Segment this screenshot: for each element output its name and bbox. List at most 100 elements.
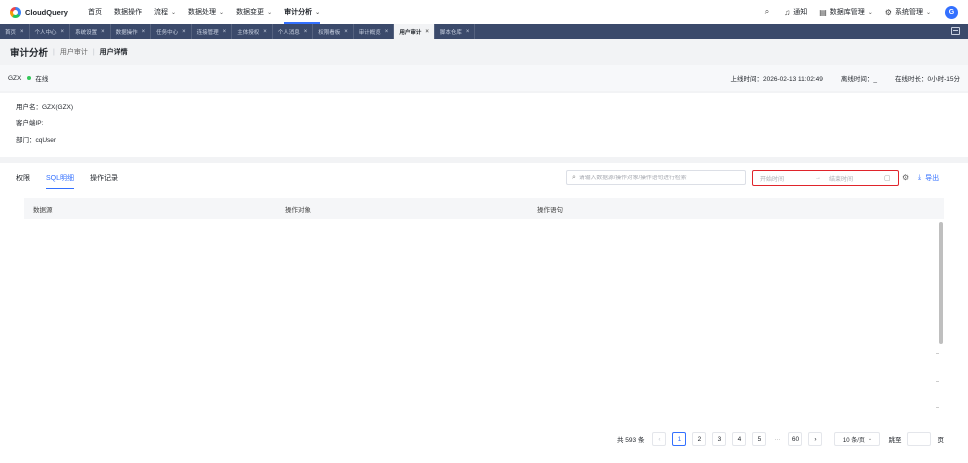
close-icon[interactable]: × [466,29,470,35]
page-number-button[interactable]: 3 [712,432,727,446]
search-box[interactable]: ⌕ [566,170,746,185]
export-button[interactable]: ⤓ 导出 [918,173,939,183]
db-manage-menu[interactable]: ▤ 数据库管理 ⌄ [819,7,873,17]
chevron-down-icon: ⌄ [925,9,931,16]
page-tab-label: 个人消息 [277,29,300,36]
page-tab[interactable]: 首页 × [0,24,30,39]
page-tab[interactable]: 任务中心 × [151,24,192,39]
breadcrumb-parent[interactable]: 用户审计 [60,47,88,57]
page-size-select[interactable]: 10 条/页 ⌄ [834,432,881,446]
prev-page-button[interactable]: ‹ [652,432,667,446]
page-tab-label: 用户审计 [399,29,422,36]
user-avatar[interactable]: G [945,5,958,19]
chevron-down-icon: ⌄ [315,9,321,16]
page-tab-label: 首页 [5,29,17,36]
page-size-value: 10 条/页 [842,437,865,444]
page-number-button[interactable]: 60 [788,432,803,446]
page-tabs-bar: 首页 × 个人中心 × 系统设置 × 数据操作 × 任务中心 × 连接管理 × 主体授权 × 个人消息 × 权限… [0,24,968,39]
page-tab[interactable]: 审计概览 × [354,24,395,39]
page-tab-label: 任务中心 [156,29,179,36]
close-icon[interactable]: × [61,29,65,35]
page-ellipsis[interactable]: ··· [772,432,783,446]
info-dept: 部门：cqUser [16,137,57,144]
close-icon[interactable]: × [142,29,146,35]
nav-item[interactable]: 数据处理 ⌄ [182,0,230,24]
goto-page-input[interactable] [907,432,932,446]
app-logo[interactable]: CloudQuery [10,6,82,18]
end-date-input[interactable]: 结束时间 [829,174,884,183]
calendar-icon: ▢ [884,175,891,182]
chevron-down-icon: ⌄ [171,9,177,16]
page-number-button[interactable]: 2 [692,432,707,446]
page-tab[interactable]: 权限看板 × [313,24,354,39]
next-page-button[interactable]: › [808,432,823,446]
page-number-button[interactable]: 4 [732,432,747,446]
table-header: 数据源 操作对象 操作语句 [24,198,944,219]
top-nav-right: ⌕ ♫ 通知 ▤ 数据库管理 ⌄ ⚙ 系统管理 ⌄ G [753,0,958,24]
offline-time: 离线时间：_ [840,76,877,83]
breadcrumb-separator: | [53,48,55,56]
close-icon[interactable]: × [385,29,389,35]
page-number-button[interactable]: 1 [672,432,687,446]
close-icon[interactable]: × [344,29,348,35]
close-icon[interactable]: × [263,29,267,35]
sys-manage-menu[interactable]: ⚙ 系统管理 ⌄ [885,7,931,17]
cloudquery-logo-icon [10,6,21,18]
tab-overview-icon[interactable] [951,27,960,35]
detail-subtab[interactable]: 操作记录 [90,173,118,189]
online-dot-icon [27,76,32,80]
page-tab[interactable]: 数据操作 × [111,24,152,39]
status-state: 在线 [35,76,49,83]
search-input[interactable] [578,174,739,181]
page-tab-label: 审计概览 [358,29,381,36]
close-icon[interactable]: × [425,29,429,35]
nav-item-label: 数据操作 [114,9,142,16]
table-scrollbar[interactable] [939,222,943,344]
search-button[interactable]: ⌕ [765,7,772,17]
page-tab[interactable]: 连接管理 × [192,24,233,39]
detail-subtab[interactable]: 权限 [16,173,30,189]
detail-subtabs: 权限 SQL明细 操作记录 [16,173,134,189]
export-label: 导出 [925,175,940,182]
database-icon: ▤ [819,7,827,17]
nav-item-label: 审计分析 [284,9,313,16]
notify-button[interactable]: ♫ 通知 [784,7,807,17]
page-tab[interactable]: 用户审计 × [394,24,435,39]
close-icon[interactable]: × [182,29,186,35]
online-duration: 在线时长：0小时-15分 [894,76,960,83]
breadcrumb: 审计分析 | 用户审计 | 用户详情 [10,45,128,59]
goto-label: 跳至 [888,437,902,444]
close-icon[interactable]: × [101,29,105,35]
page-tab-label: 脚本仓库 [439,29,462,36]
nav-item[interactable]: 审计分析 ⌄ [278,0,326,24]
start-date-input[interactable]: 开始时间 [760,174,815,183]
user-status-bar: GZX 在线 上线时间：2026-02-13 11:02:49 离线时间：_ 在… [0,65,968,91]
page-tab[interactable]: 个人中心 × [30,24,71,39]
nav-item[interactable]: 数据变更 ⌄ [230,0,278,24]
date-range-picker[interactable]: 开始时间 → 结束时间 ▢ [752,170,899,186]
page-number-list: 1 2 3 4 5 ··· 60 [672,432,808,446]
download-icon: ⤓ [918,174,922,181]
close-icon[interactable]: × [223,29,227,35]
column-header: 操作对象 [285,206,311,214]
page-tab[interactable]: 个人消息 × [273,24,314,39]
info-client-ip: 客户端IP: [16,120,44,127]
detail-subtab[interactable]: SQL明细 [46,173,75,189]
close-icon[interactable]: × [304,29,308,35]
pagination: 共 593 条 ‹ 1 2 3 4 5 ··· 60 › 10 条/页 ⌄ 跳至 页 [617,431,944,447]
nav-item[interactable]: 流程 ⌄ [148,0,182,24]
nav-item[interactable]: 首页 [82,0,108,24]
nav-item[interactable]: 数据操作 [108,0,148,24]
breadcrumb-root: 审计分析 [10,48,49,59]
close-icon[interactable]: × [20,29,24,35]
page-tab[interactable]: 系统设置 × [70,24,111,39]
db-manage-label: 数据库管理 [829,9,865,16]
total-count: 共 593 条 [617,437,645,444]
nav-item-label: 数据处理 [188,9,217,16]
page-tab[interactable]: 脚本仓库 × [435,24,476,39]
page-tab[interactable]: 主体授权 × [232,24,273,39]
page-number-button[interactable]: 5 [752,432,767,446]
breadcrumb-separator: | [92,48,95,56]
page-tab-label: 主体授权 [237,29,260,36]
column-settings-icon[interactable]: ⚙ [902,173,909,182]
